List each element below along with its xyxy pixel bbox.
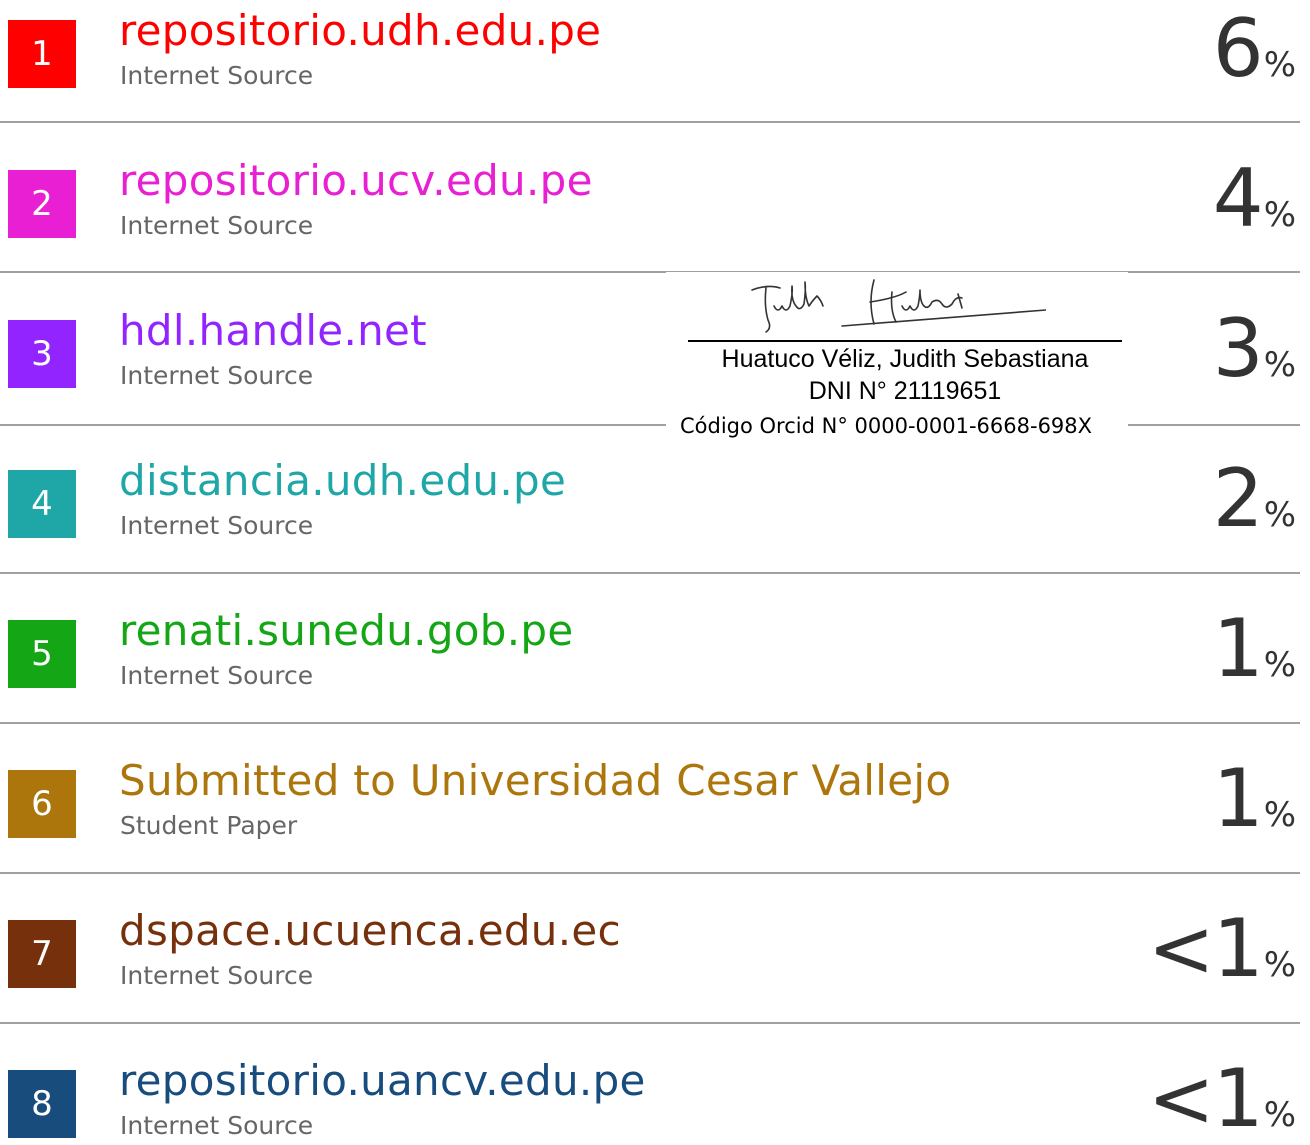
match-percent: <1% — [1148, 1059, 1296, 1139]
divider — [0, 572, 1300, 574]
rank-badge: 6 — [8, 770, 76, 838]
source-type: Internet Source — [120, 511, 314, 540]
percent-sign: % — [1263, 345, 1296, 385]
source-name[interactable]: renati.sunedu.gob.pe — [119, 606, 574, 656]
source-type: Internet Source — [120, 361, 314, 390]
source-type: Internet Source — [120, 961, 314, 990]
percent-value: 4 — [1212, 152, 1264, 245]
divider — [0, 121, 1300, 123]
source-name[interactable]: repositorio.uancv.edu.pe — [119, 1056, 646, 1106]
source-type: Internet Source — [120, 61, 314, 90]
source-name[interactable]: Submitted to Universidad Cesar Vallejo — [119, 756, 951, 806]
source-name[interactable]: hdl.handle.net — [119, 306, 427, 356]
rank-badge: 8 — [8, 1070, 76, 1138]
percent-sign: % — [1263, 495, 1296, 535]
list-item: 6 Submitted to Universidad Cesar Vallejo… — [0, 750, 1310, 900]
percent-value: <1 — [1147, 1052, 1264, 1145]
rank-badge: 5 — [8, 620, 76, 688]
percent-sign: % — [1263, 795, 1296, 835]
source-type: Internet Source — [120, 211, 314, 240]
match-percent: 1% — [1213, 759, 1296, 839]
source-type: Internet Source — [120, 1111, 314, 1140]
rank-badge: 1 — [8, 20, 76, 88]
source-list: 1 repositorio.udh.edu.pe Internet Source… — [0, 0, 1310, 1140]
match-percent: 1% — [1213, 609, 1296, 689]
list-item: 5 renati.sunedu.gob.pe Internet Source 1… — [0, 600, 1310, 750]
percent-value: 1 — [1212, 602, 1264, 695]
match-percent: 6% — [1213, 9, 1296, 89]
match-percent: <1% — [1148, 909, 1296, 989]
list-item: 7 dspace.ucuenca.edu.ec Internet Source … — [0, 900, 1310, 1050]
rank-badge: 7 — [8, 920, 76, 988]
percent-value: <1 — [1147, 902, 1264, 995]
percent-value: 1 — [1212, 752, 1264, 845]
source-name[interactable]: distancia.udh.edu.pe — [119, 456, 566, 506]
source-name[interactable]: dspace.ucuenca.edu.ec — [119, 906, 621, 956]
signature-block: Huatuco Véliz, Judith Sebastiana DNI N° … — [666, 272, 1128, 444]
source-type: Student Paper — [120, 811, 298, 840]
source-name[interactable]: repositorio.ucv.edu.pe — [119, 156, 593, 206]
percent-sign: % — [1263, 945, 1296, 985]
rank-badge: 2 — [8, 170, 76, 238]
list-item: 4 distancia.udh.edu.pe Internet Source 2… — [0, 450, 1310, 600]
list-item: 1 repositorio.udh.edu.pe Internet Source… — [0, 0, 1310, 150]
percent-sign: % — [1263, 645, 1296, 685]
divider — [0, 722, 1300, 724]
match-percent: 3% — [1213, 309, 1296, 389]
percent-sign: % — [1263, 45, 1296, 85]
source-name[interactable]: repositorio.udh.edu.pe — [119, 6, 601, 56]
rank-badge: 4 — [8, 470, 76, 538]
handwritten-signature — [751, 279, 1046, 333]
divider — [0, 1022, 1300, 1024]
percent-value: 6 — [1212, 2, 1264, 95]
signer-orcid: Código Orcid N° 0000-0001-6668-698X — [680, 414, 1093, 438]
percent-value: 3 — [1212, 302, 1264, 395]
signer-dni: DNI N° 21119651 — [808, 377, 1002, 405]
source-type: Internet Source — [120, 661, 314, 690]
signature-line — [688, 340, 1122, 342]
rank-badge: 3 — [8, 320, 76, 388]
percent-value: 2 — [1212, 452, 1264, 545]
percent-sign: % — [1263, 1095, 1296, 1135]
signer-name: Huatuco Véliz, Judith Sebastiana — [721, 345, 1089, 373]
divider — [0, 872, 1300, 874]
match-percent: 2% — [1213, 459, 1296, 539]
match-percent: 4% — [1213, 159, 1296, 239]
percent-sign: % — [1263, 195, 1296, 235]
list-item: 8 repositorio.uancv.edu.pe Internet Sour… — [0, 1050, 1310, 1140]
